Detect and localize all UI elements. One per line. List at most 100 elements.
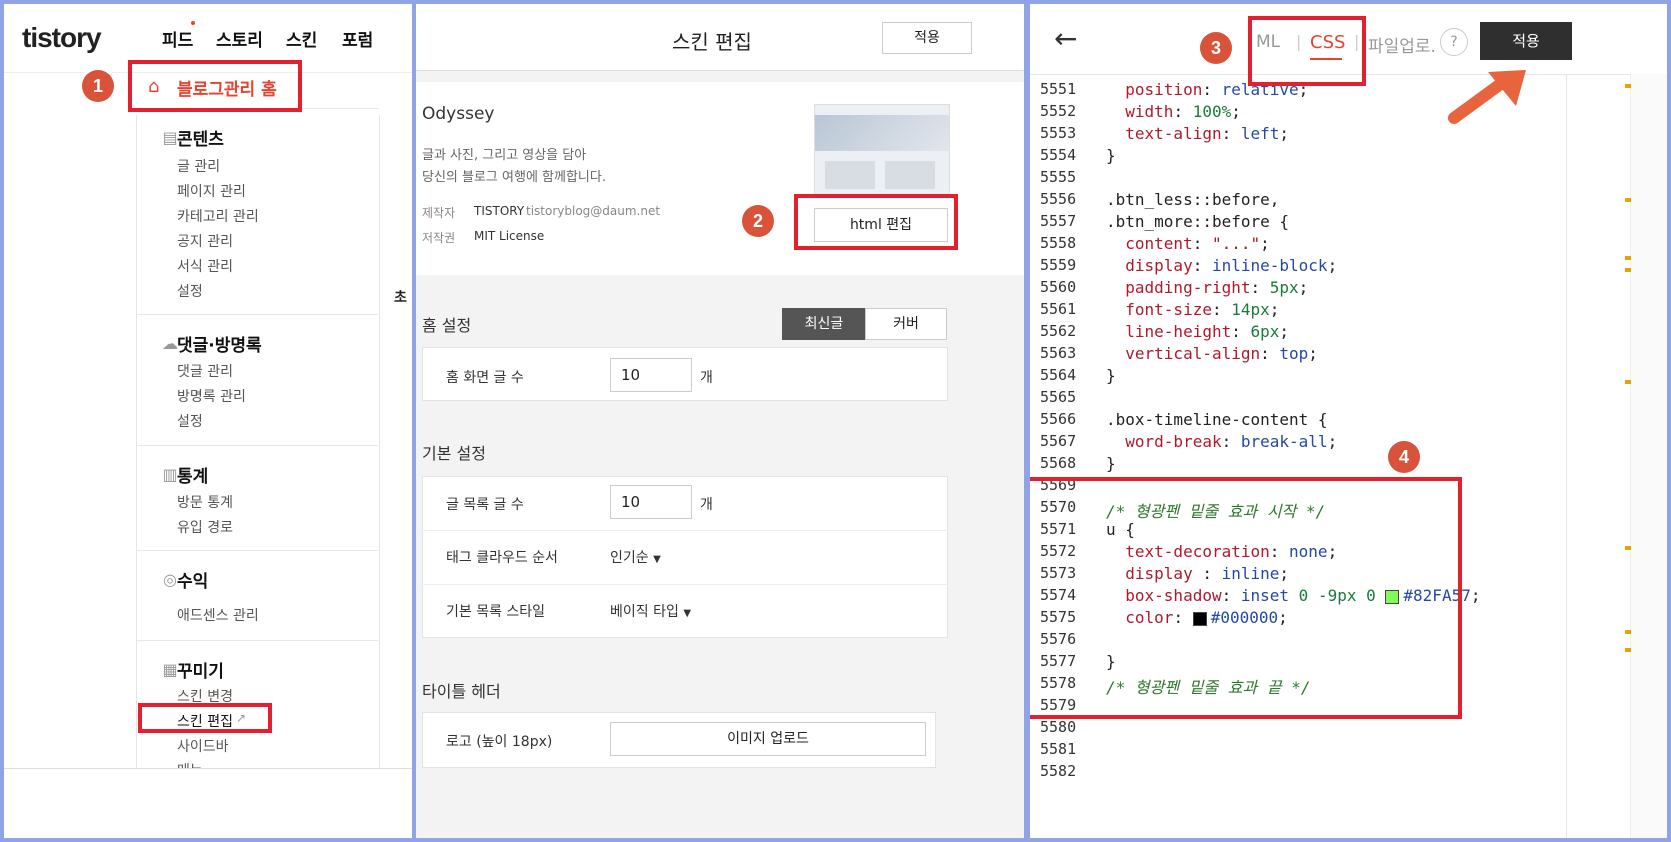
line-number: 5561: [1040, 300, 1077, 318]
skin-desc-line2: 당신의 블로그 여행에 함께합니다.: [422, 170, 606, 185]
thumbnail-card: [825, 161, 875, 189]
unit-label: 개: [700, 370, 713, 386]
code-line: width: 100%;: [1125, 102, 1241, 121]
nav-forum[interactable]: 포럼: [342, 26, 373, 51]
tab-file-upload[interactable]: 파일업로.: [1368, 32, 1436, 57]
sidebar-item-categories[interactable]: 카테고리 관리: [177, 206, 259, 226]
line-number: 5564: [1040, 366, 1077, 384]
divider: [136, 445, 378, 446]
section-basic-settings: 기본 설정: [422, 444, 486, 463]
code-line: font-size: 14px;: [1125, 300, 1280, 319]
tag-order-label: 태그 클라우드 순서: [446, 550, 558, 566]
image-upload-button[interactable]: 이미지 업로드: [610, 722, 926, 756]
back-arrow-icon[interactable]: ←: [1054, 22, 1077, 55]
help-icon[interactable]: ?: [1440, 28, 1468, 56]
code-line: }: [1106, 366, 1116, 385]
line-number: 5581: [1040, 740, 1077, 758]
section-comments[interactable]: 댓글·방명록: [177, 331, 262, 356]
section-title-header: 타이틀 헤더: [422, 682, 501, 701]
sidebar-item-menu[interactable]: 메뉴: [177, 760, 203, 768]
line-number: 5567: [1040, 432, 1077, 450]
line-number: 5580: [1040, 718, 1077, 736]
sidebar-item-referrers[interactable]: 유입 경로: [177, 517, 233, 537]
sidebar-item-sidebar[interactable]: 사이드바: [177, 736, 229, 756]
apply-button[interactable]: 적용: [882, 22, 972, 54]
section-decorate[interactable]: 꾸미기: [177, 657, 224, 682]
line-number: 5568: [1040, 454, 1077, 472]
nav-skin[interactable]: 스킨: [286, 26, 317, 51]
list-style-select[interactable]: 베이직 타입 ▼: [610, 601, 691, 621]
minimap-marker: [1625, 380, 1631, 384]
unit-label: 개: [700, 497, 713, 513]
bottom-bar: [4, 768, 412, 838]
skin-thumbnail: [814, 104, 950, 198]
sidebar-item-settings[interactable]: 설정: [177, 281, 203, 301]
css-code-view[interactable]: 5551 position: relative; 5552 width: 100…: [1030, 80, 1630, 838]
sidebar-item-adsense[interactable]: 애드센스 관리: [177, 605, 259, 625]
line-number: 5554: [1040, 146, 1077, 164]
code-editor-panel: ← ML | CSS | 파일업로. ? 적용 5551 position: r…: [1030, 4, 1667, 838]
line-number: 5562: [1040, 322, 1077, 340]
code-line: }: [1106, 146, 1116, 165]
blog-admin-panel: tistory 피드 스토리 스킨 포럼 ⌂ 블로그관리 홈 ▤ 콘텐츠 글 관…: [4, 4, 412, 838]
line-number: 5563: [1040, 344, 1077, 362]
home-count-input[interactable]: 10: [610, 358, 692, 392]
section-stats[interactable]: 통계: [177, 462, 208, 487]
caret-down-icon: ▼: [683, 608, 692, 619]
divider: [136, 314, 378, 315]
minimap-scrollbar[interactable]: [1630, 74, 1667, 838]
tag-order-select[interactable]: 인기순 ▼: [610, 547, 661, 567]
home-count-label: 홈 화면 글 수: [446, 370, 524, 386]
line-number: 5555: [1040, 168, 1077, 186]
tistory-logo[interactable]: tistory: [22, 22, 102, 54]
tag-order-value: 인기순: [610, 550, 649, 566]
minimap-marker: [1625, 630, 1631, 634]
nav-story[interactable]: 스토리: [216, 26, 263, 51]
pointer-arrow-icon: [1448, 70, 1526, 124]
divider: [136, 550, 378, 551]
nav-feed[interactable]: 피드: [162, 26, 193, 51]
cut-text: 초: [394, 290, 407, 306]
tab-latest[interactable]: 최신글: [782, 308, 866, 340]
sidebar-item-guestbook[interactable]: 방명록 관리: [177, 386, 246, 406]
list-count-label: 글 목록 글 수: [446, 497, 524, 513]
step-badge-3: 3: [1200, 32, 1232, 64]
maker-label: 제작자: [422, 206, 456, 220]
minimap-marker: [1625, 268, 1631, 272]
sidebar-item-visits[interactable]: 방문 통계: [177, 492, 233, 512]
minimap-marker: [1625, 648, 1631, 652]
sidebar-item-comments[interactable]: 댓글 관리: [177, 361, 233, 381]
line-number: 5556: [1040, 190, 1077, 208]
code-line: .btn_more::before {: [1106, 212, 1290, 231]
code-line: }: [1106, 454, 1116, 473]
line-number: 5552: [1040, 102, 1077, 120]
code-line: content: "...";: [1125, 234, 1270, 253]
line-number: 5582: [1040, 762, 1077, 780]
sidebar-item-comment-settings[interactable]: 설정: [177, 411, 203, 431]
highlight-box-code: [1030, 477, 1462, 719]
tab-cover[interactable]: 커버: [865, 308, 947, 340]
maker-name: TISTORY: [474, 204, 525, 218]
step-badge-1: 1: [82, 70, 114, 102]
sidebar-item-pages[interactable]: 페이지 관리: [177, 181, 246, 201]
skin-edit-panel: 스킨 편집 적용 Odyssey 글과 사진, 그리고 영상을 담아 당신의 블…: [416, 4, 1024, 838]
thumbnail-card: [885, 161, 935, 189]
thumbnail-hero: [815, 115, 949, 151]
sidebar-item-templates[interactable]: 서식 관리: [177, 256, 233, 276]
section-revenue[interactable]: 수익: [177, 567, 208, 592]
list-count-input[interactable]: 10: [610, 485, 692, 519]
license-label: 저작권: [422, 231, 456, 245]
sidebar-item-posts[interactable]: 글 관리: [177, 156, 220, 176]
skin-desc-line1: 글과 사진, 그리고 영상을 담아: [422, 148, 587, 163]
step-badge-4: 4: [1388, 441, 1420, 473]
section-home-settings: 홈 설정: [422, 316, 472, 335]
logo-height-label: 로고 (높이 18px): [446, 734, 553, 750]
minimap-marker: [1625, 256, 1631, 260]
code-line: .box-timeline-content {: [1106, 410, 1328, 429]
sidebar-item-notices[interactable]: 공지 관리: [177, 231, 233, 251]
step-badge-2: 2: [742, 205, 774, 237]
row-divider: [422, 584, 948, 585]
section-content[interactable]: 콘텐츠: [177, 125, 224, 150]
license-value: MIT License: [474, 229, 545, 243]
apply-button[interactable]: 적용: [1480, 22, 1572, 60]
